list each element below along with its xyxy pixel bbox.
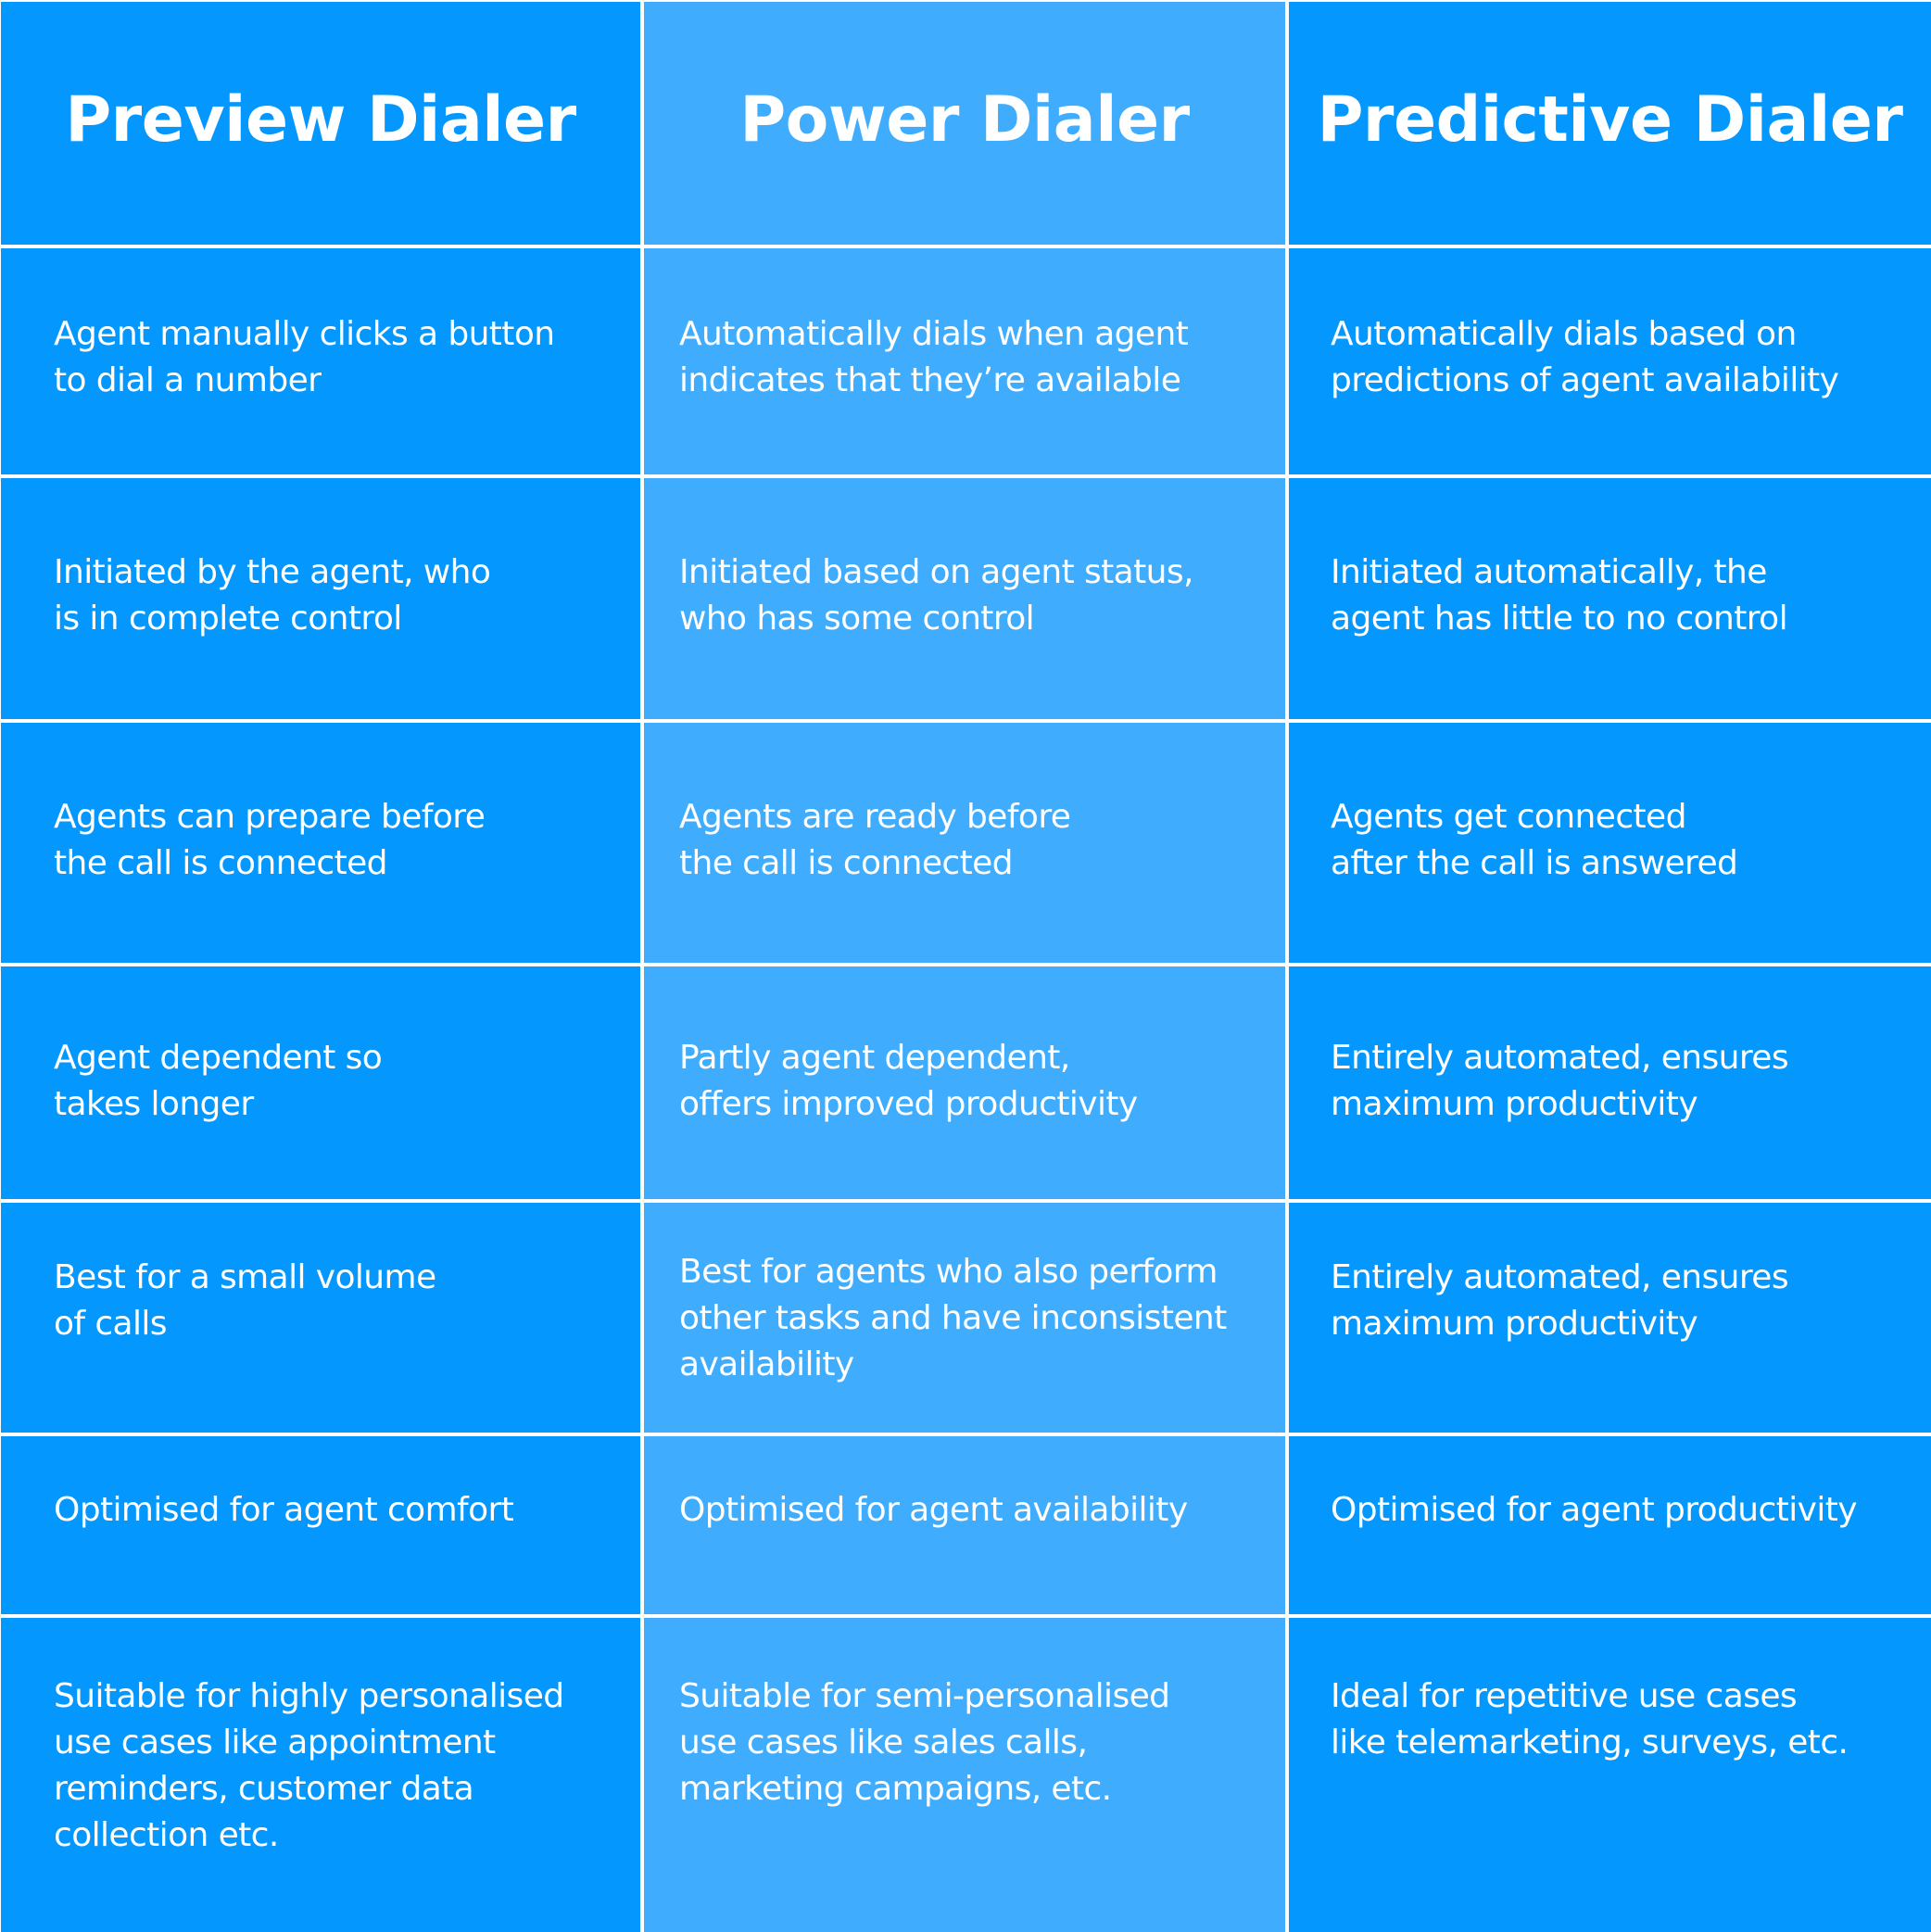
table-cell: Entirely automated, ensures maximum prod… [1289, 966, 1931, 1199]
table-cell: Best for a small volume of calls [1, 1203, 640, 1433]
cell-text: Agent manually clicks a button to dial a… [54, 315, 555, 399]
cell-text: Best for a small volume of calls [54, 1258, 436, 1343]
cell-text: Entirely automated, ensures maximum prod… [1331, 1258, 1789, 1343]
table-cell: Agent dependent so takes longer [1, 966, 640, 1199]
column-header: Power Dialer [739, 82, 1190, 157]
table-cell: Initiated automatically, the agent has l… [1289, 478, 1931, 719]
table-cell: Initiated by the agent, who is in comple… [1, 478, 640, 719]
table-cell: Optimised for agent availability [644, 1436, 1285, 1614]
table-cell: Agent manually clicks a button to dial a… [1, 248, 640, 474]
table-cell: Automatically dials when agent indicates… [644, 248, 1285, 474]
table-cell: Optimised for agent productivity [1289, 1436, 1931, 1614]
cell-text: Initiated automatically, the agent has l… [1331, 553, 1788, 638]
table-cell: Best for agents who also perform other t… [644, 1203, 1285, 1433]
table-cell: Partly agent dependent, offers improved … [644, 966, 1285, 1199]
cell-text: Agents are ready before the call is conn… [679, 798, 1071, 882]
cell-text: Suitable for highly personalised use cas… [54, 1677, 564, 1854]
table-cell: Agents get connected after the call is a… [1289, 723, 1931, 963]
cell-text: Best for agents who also perform other t… [679, 1253, 1227, 1383]
table-cell: Agents can prepare before the call is co… [1, 723, 640, 963]
cell-text: Automatically dials based on predictions… [1331, 315, 1839, 399]
cell-text: Ideal for repetitive use cases like tele… [1331, 1677, 1849, 1762]
cell-text: Automatically dials when agent indicates… [679, 315, 1189, 399]
table-cell: Optimised for agent comfort [1, 1436, 640, 1614]
table-cell: Entirely automated, ensures maximum prod… [1289, 1203, 1931, 1433]
cell-text: Optimised for agent comfort [54, 1491, 514, 1529]
cell-text: Agents get connected after the call is a… [1331, 798, 1738, 882]
cell-text: Initiated by the agent, who is in comple… [54, 553, 491, 638]
table-cell: Suitable for semi-personalised use cases… [644, 1618, 1285, 1932]
column-header: Predictive Dialer [1317, 82, 1903, 157]
cell-text: Suitable for semi-personalised use cases… [679, 1677, 1170, 1808]
table-cell: Agents are ready before the call is conn… [644, 723, 1285, 963]
table-cell: Ideal for repetitive use cases like tele… [1289, 1618, 1931, 1932]
cell-text: Agents can prepare before the call is co… [54, 798, 486, 882]
cell-text: Partly agent dependent, offers improved … [679, 1039, 1138, 1123]
cell-text: Entirely automated, ensures maximum prod… [1331, 1039, 1789, 1123]
table-cell: Suitable for highly personalised use cas… [1, 1618, 640, 1932]
table-cell: Automatically dials based on predictions… [1289, 248, 1931, 474]
header-cell-power-dialer: Power Dialer [644, 2, 1285, 245]
header-cell-preview-dialer: Preview Dialer [1, 2, 640, 245]
table-cell: Initiated based on agent status, who has… [644, 478, 1285, 719]
column-header: Preview Dialer [65, 82, 576, 157]
cell-text: Optimised for agent availability [679, 1491, 1188, 1529]
cell-text: Agent dependent so takes longer [54, 1039, 383, 1123]
cell-text: Initiated based on agent status, who has… [679, 553, 1193, 638]
cell-text: Optimised for agent productivity [1331, 1491, 1858, 1529]
header-cell-predictive-dialer: Predictive Dialer [1289, 2, 1931, 245]
dialer-comparison-table: Preview Dialer Power Dialer Predictive D… [0, 0, 1931, 1932]
